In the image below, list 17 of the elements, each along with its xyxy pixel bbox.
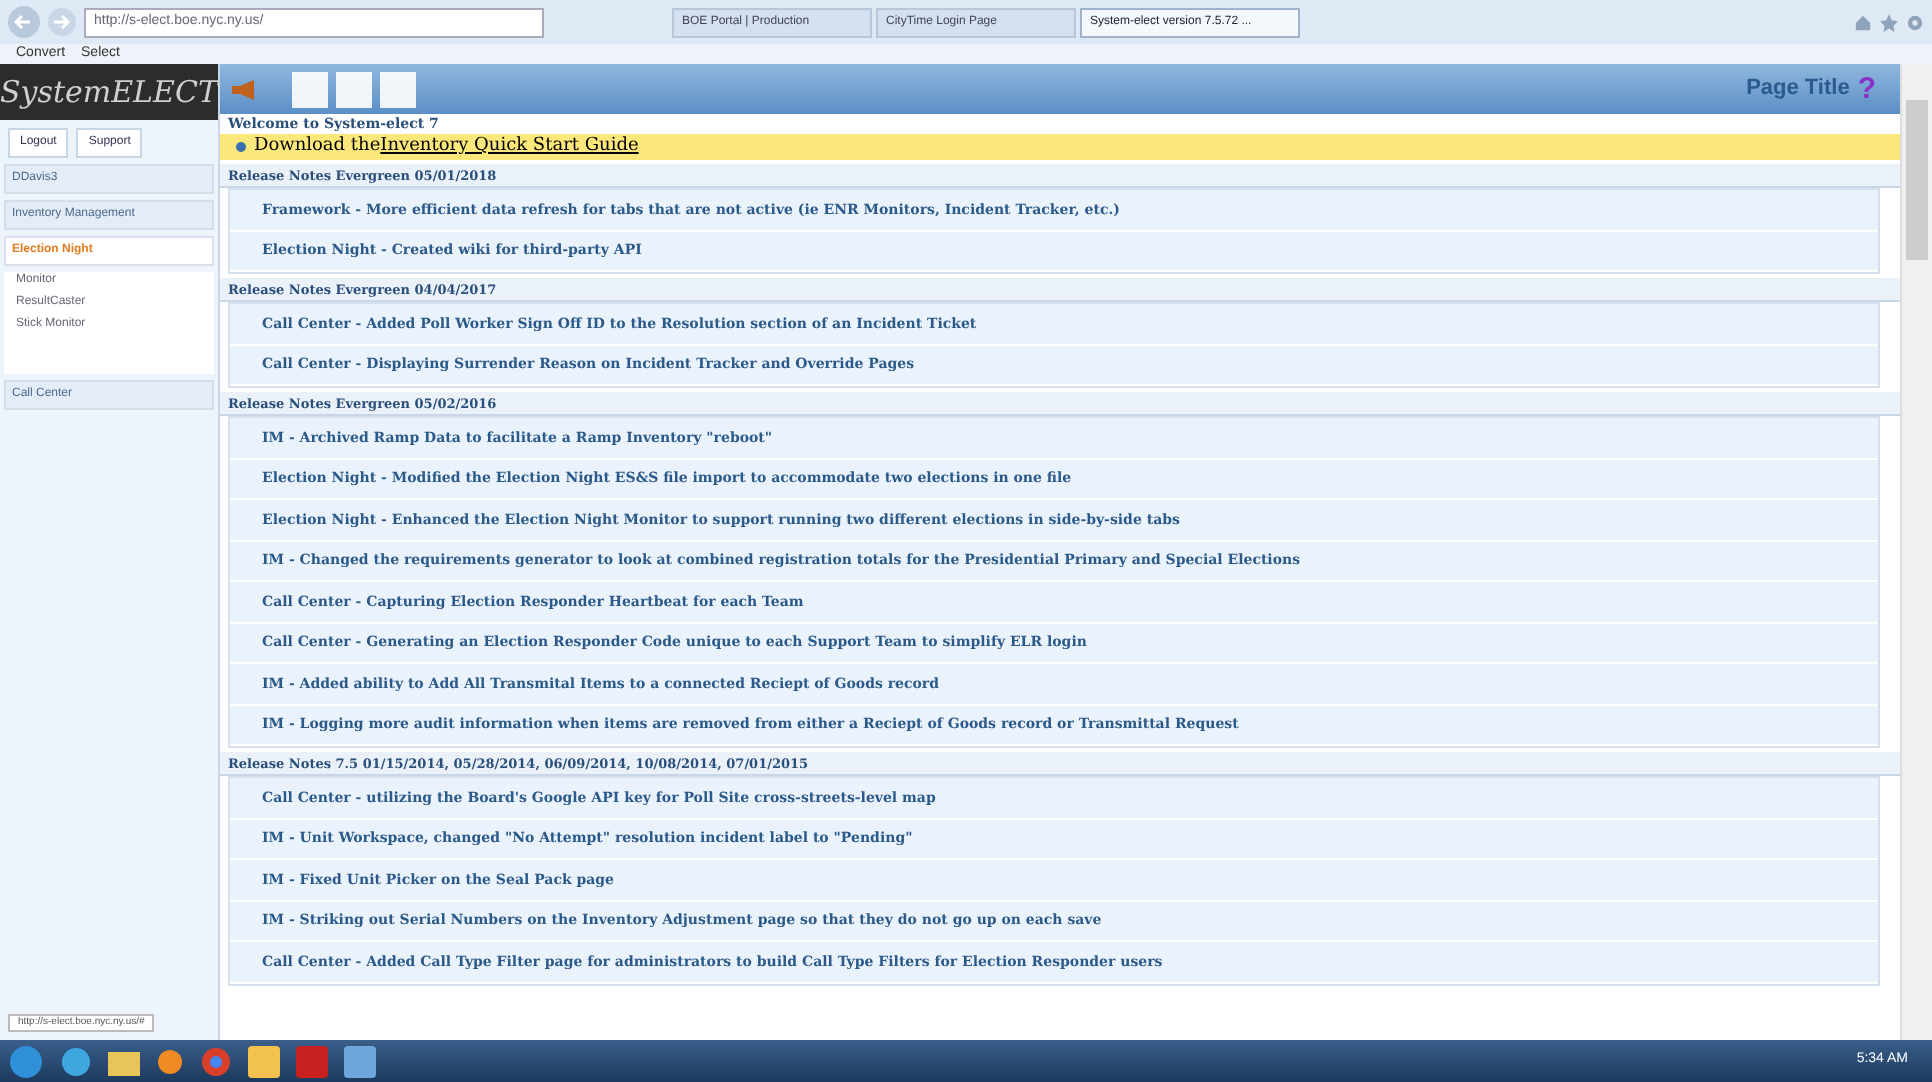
forward-icon[interactable] — [48, 8, 76, 36]
folder-icon[interactable] — [108, 1047, 140, 1075]
toolbar-button[interactable] — [380, 71, 416, 107]
toolbar-button[interactable] — [292, 71, 328, 107]
home-icon[interactable] — [1854, 13, 1872, 31]
guide-link[interactable]: Inventory Quick Start Guide — [380, 133, 639, 161]
megaphone-icon[interactable] — [228, 77, 260, 101]
info-icon — [236, 142, 246, 152]
page-title: Page Title — [1746, 74, 1850, 105]
back-icon[interactable] — [8, 6, 40, 38]
browser-icon[interactable] — [200, 1045, 232, 1077]
app-logo: SystemELECT — [0, 64, 218, 120]
settings-icon[interactable] — [1906, 13, 1924, 31]
star-icon[interactable] — [1880, 13, 1898, 31]
scrollbar[interactable] — [1900, 64, 1932, 1040]
notice-text: Download the — [254, 133, 381, 160]
toolbar-button[interactable] — [336, 71, 372, 107]
